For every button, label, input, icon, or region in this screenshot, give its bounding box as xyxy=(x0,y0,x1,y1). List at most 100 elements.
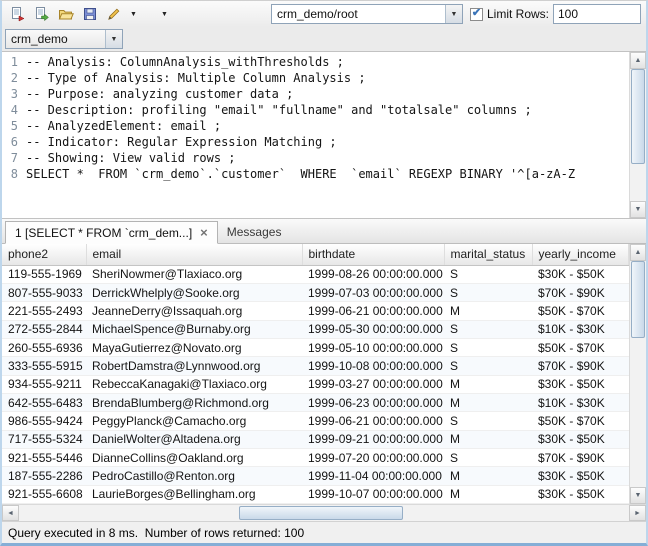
table-row[interactable]: 717-555-5324DanielWolter@Altadena.org199… xyxy=(2,430,629,448)
scroll-down-icon[interactable]: ▼ xyxy=(630,487,646,504)
table-row[interactable]: 986-555-9424PeggyPlanck@Camacho.org1999-… xyxy=(2,412,629,430)
scroll-right-icon[interactable]: ► xyxy=(629,505,646,521)
results-vscrollbar[interactable]: ▲ ▼ xyxy=(629,244,646,504)
limit-rows-label: Limit Rows: xyxy=(487,7,549,21)
hscroll-track[interactable] xyxy=(19,505,629,521)
line-number: 2 xyxy=(2,70,18,86)
tab-label: 1 [SELECT * FROM `crm_dem...] xyxy=(15,226,192,240)
limit-rows-checkbox[interactable]: ✔ xyxy=(470,8,483,21)
table-cell: $70K - $90K xyxy=(532,448,629,466)
table-row[interactable]: 921-555-5446DianneCollins@Oakland.org199… xyxy=(2,448,629,466)
table-cell: JeanneDerry@Issaquah.org xyxy=(86,302,302,320)
table-cell: S xyxy=(444,283,532,301)
table-cell: MichaelSpence@Burnaby.org xyxy=(86,320,302,338)
editor-scroll-thumb[interactable] xyxy=(631,69,645,164)
code-line: SELECT * FROM `crm_demo`.`customer` WHER… xyxy=(26,166,629,182)
table-cell: 1999-10-08 00:00:00.000 xyxy=(302,357,444,375)
editor-scroll-track[interactable] xyxy=(630,69,646,201)
table-cell: $10K - $30K xyxy=(532,320,629,338)
tab-result-1[interactable]: 1 [SELECT * FROM `crm_dem...] × xyxy=(5,221,218,244)
table-cell: 921-555-6608 xyxy=(2,485,86,503)
execute-sql-icon[interactable] xyxy=(7,3,29,25)
editor-code[interactable]: -- Analysis: ColumnAnalysis_withThreshol… xyxy=(22,52,629,218)
table-cell: 1999-07-03 00:00:00.000 xyxy=(302,283,444,301)
table-row[interactable]: 921-555-6608LaurieBorges@Bellingham.org1… xyxy=(2,485,629,503)
line-number: 3 xyxy=(2,86,18,102)
code-line: -- Analysis: ColumnAnalysis_withThreshol… xyxy=(26,54,629,70)
table-row[interactable]: 187-555-2286PedroCastillo@Renton.org1999… xyxy=(2,467,629,485)
table-cell: 1999-10-07 00:00:00.000 xyxy=(302,485,444,503)
table-row[interactable]: 260-555-6936MayaGutierrez@Novato.org1999… xyxy=(2,338,629,356)
scroll-up-icon[interactable]: ▲ xyxy=(630,52,646,69)
table-cell: DianneCollins@Oakland.org xyxy=(86,448,302,466)
table-cell: 921-555-5446 xyxy=(2,448,86,466)
column-header[interactable]: birthdate xyxy=(302,244,444,265)
table-cell: 1999-06-23 00:00:00.000 xyxy=(302,393,444,411)
table-row[interactable]: 272-555-2844MichaelSpence@Burnaby.org199… xyxy=(2,320,629,338)
sql-editor: 12345678 -- Analysis: ColumnAnalysis_wit… xyxy=(2,51,646,219)
chevron-down-icon[interactable]: ▼ xyxy=(445,5,462,23)
table-cell: 1999-05-10 00:00:00.000 xyxy=(302,338,444,356)
header-row: phone2emailbirthdatemarital_statusyearly… xyxy=(2,244,629,265)
table-cell: S xyxy=(444,357,532,375)
hscroll-thumb[interactable] xyxy=(239,506,404,520)
table-row[interactable]: 119-555-1969SheriNowmer@Tlaxiaco.org1999… xyxy=(2,265,629,283)
results-body: 119-555-1969SheriNowmer@Tlaxiaco.org1999… xyxy=(2,265,629,504)
table-cell: 934-555-9211 xyxy=(2,375,86,393)
table-row[interactable]: 934-555-9211RebeccaKanagaki@Tlaxiaco.org… xyxy=(2,375,629,393)
connection-combo[interactable]: crm_demo/root ▼ xyxy=(271,4,463,24)
column-header[interactable]: email xyxy=(86,244,302,265)
table-row[interactable]: 221-555-2493JeanneDerry@Issaquah.org1999… xyxy=(2,302,629,320)
results-scroll-track[interactable] xyxy=(630,261,646,487)
table-cell: 187-555-2286 xyxy=(2,467,86,485)
column-header[interactable]: yearly_income xyxy=(532,244,629,265)
open-file-icon[interactable] xyxy=(55,3,77,25)
table-cell: S xyxy=(444,338,532,356)
scroll-up-icon[interactable]: ▲ xyxy=(630,244,646,261)
line-number: 6 xyxy=(2,134,18,150)
table-cell: RobertDamstra@Lynnwood.org xyxy=(86,357,302,375)
scroll-left-icon[interactable]: ◄ xyxy=(2,505,19,521)
table-row[interactable]: 807-555-9033DerrickWhelply@Sooke.org1999… xyxy=(2,283,629,301)
table-cell: M xyxy=(444,430,532,448)
table-cell: $30K - $50K xyxy=(532,485,629,503)
line-number: 1 xyxy=(2,54,18,70)
limit-rows-input[interactable] xyxy=(553,4,641,24)
scroll-down-icon[interactable]: ▼ xyxy=(630,201,646,218)
table-cell: 333-555-5915 xyxy=(2,357,86,375)
editor-vscrollbar[interactable]: ▲ ▼ xyxy=(629,52,646,218)
line-number: 4 xyxy=(2,102,18,118)
table-cell: 260-555-6936 xyxy=(2,338,86,356)
tab-messages[interactable]: Messages xyxy=(218,220,291,243)
export-sql-icon[interactable] xyxy=(31,3,53,25)
code-line: -- AnalyzedElement: email ; xyxy=(26,118,629,134)
table-cell: LaurieBorges@Bellingham.org xyxy=(86,485,302,503)
table-cell: RebeccaKanagaki@Tlaxiaco.org xyxy=(86,375,302,393)
column-header[interactable]: phone2 xyxy=(2,244,86,265)
table-cell: 1999-03-27 00:00:00.000 xyxy=(302,375,444,393)
status-bar: Query executed in 8 ms. Number of rows r… xyxy=(2,521,646,543)
table-cell: BrendaBlumberg@Richmond.org xyxy=(86,393,302,411)
edit-icon[interactable] xyxy=(103,3,125,25)
column-header[interactable]: marital_status xyxy=(444,244,532,265)
edit-dropdown-icon[interactable]: ▼ xyxy=(127,3,140,25)
chevron-down-icon[interactable]: ▼ xyxy=(105,30,122,48)
close-icon[interactable]: × xyxy=(200,226,208,239)
results-scroll-thumb[interactable] xyxy=(631,261,645,338)
table-cell: 1999-09-21 00:00:00.000 xyxy=(302,430,444,448)
database-combo-value: crm_demo xyxy=(6,30,105,48)
sql-editor-view: ▼ ▼ crm_demo/root ▼ ✔ Limit Rows: crm_de… xyxy=(0,0,648,546)
results-hscrollbar[interactable]: ◄ ► xyxy=(2,504,646,521)
toolbar-menu-icon[interactable]: ▼ xyxy=(158,3,171,25)
save-icon[interactable] xyxy=(79,3,101,25)
table-cell: $30K - $50K xyxy=(532,265,629,283)
code-line: -- Showing: View valid rows ; xyxy=(26,150,629,166)
table-cell: MayaGutierrez@Novato.org xyxy=(86,338,302,356)
table-cell: PedroCastillo@Renton.org xyxy=(86,467,302,485)
table-cell: 272-555-2844 xyxy=(2,320,86,338)
table-cell: $30K - $50K xyxy=(532,375,629,393)
table-row[interactable]: 333-555-5915RobertDamstra@Lynnwood.org19… xyxy=(2,357,629,375)
table-row[interactable]: 642-555-6483BrendaBlumberg@Richmond.org1… xyxy=(2,393,629,411)
code-line: -- Purpose: analyzing customer data ; xyxy=(26,86,629,102)
database-combo[interactable]: crm_demo ▼ xyxy=(5,29,123,49)
